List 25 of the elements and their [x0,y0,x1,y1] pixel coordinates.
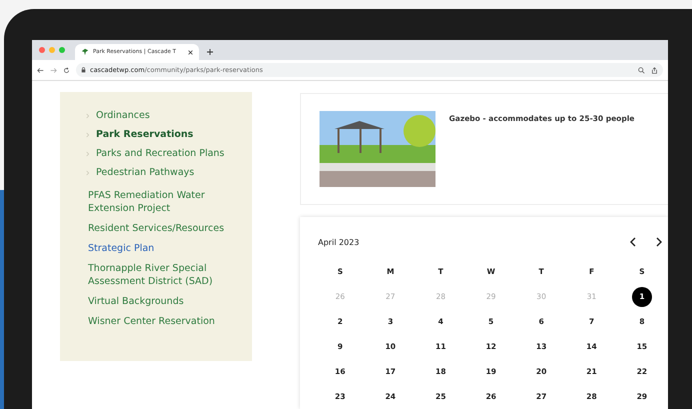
chevron-icon [86,150,90,156]
chevron-icon [86,170,90,176]
sidebar-link[interactable]: Ordinances [96,110,150,121]
sidebar-link[interactable]: Wisner Center Reservation [88,315,242,328]
sidebar-link[interactable]: Parks and Recreation Plans [96,148,224,159]
calendar-month: April 2023 [318,238,360,246]
zoom-icon[interactable] [638,66,645,74]
next-month-icon[interactable] [656,237,662,247]
lock-icon [81,67,86,73]
sidebar-link[interactable]: Pedestrian Pathways [96,167,194,178]
back-icon[interactable] [37,66,44,74]
previous-month-icon[interactable] [630,237,636,247]
sidebar-link[interactable]: Virtual Backgrounds [88,295,242,308]
share-icon[interactable] [651,66,658,74]
new-tab-icon[interactable] [207,49,213,55]
tree-icon [81,48,89,56]
sidebar-link[interactable]: Strategic Plan [88,242,242,255]
sidebar-link[interactable]: Park Reservations [96,129,194,140]
close-icon[interactable] [188,50,193,54]
reload-icon[interactable] [63,66,70,74]
chevron-icon [86,132,90,138]
sidebar-link[interactable]: Thornapple River Special Assessment District (SAD) [88,262,242,288]
sidebar-link[interactable]: PFAS Remediation Water Extension Project [88,189,242,215]
chevron-icon [86,112,90,118]
sidebar-link[interactable]: Resident Services/Resources [88,222,242,235]
